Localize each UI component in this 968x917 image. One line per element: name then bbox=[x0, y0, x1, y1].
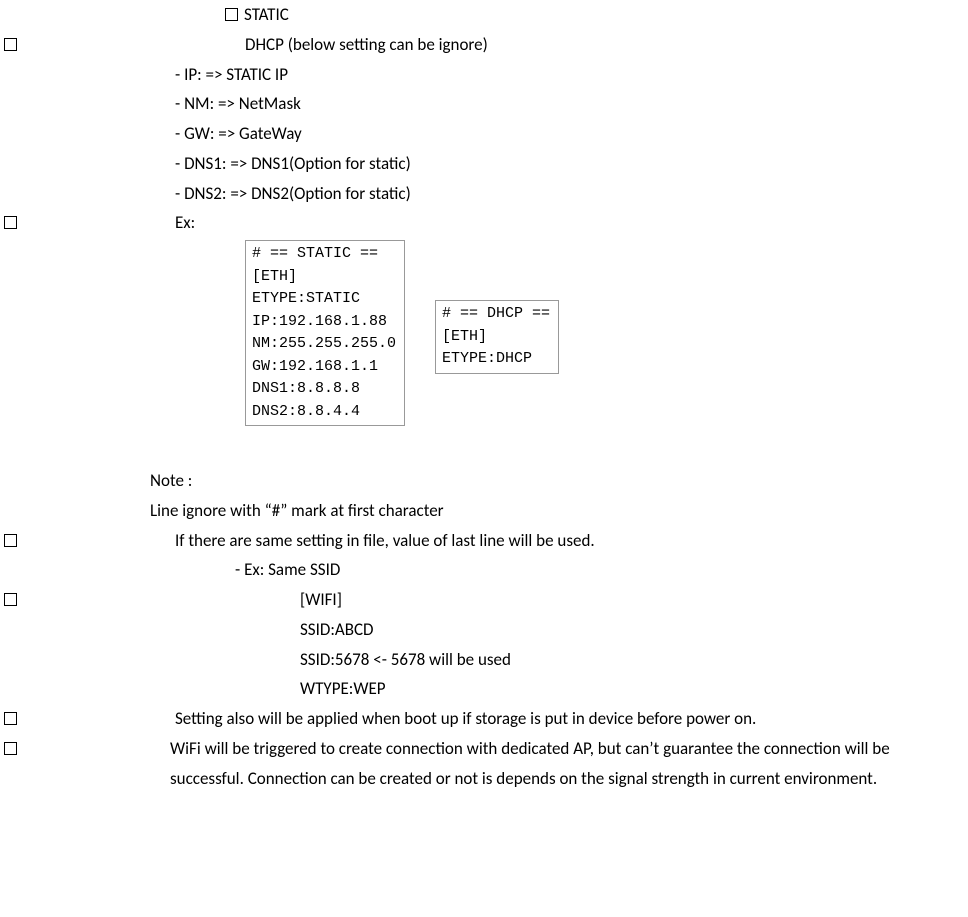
note-same-setting: If there are same setting in file, value… bbox=[175, 530, 595, 551]
bullet-square bbox=[4, 742, 17, 755]
bullet-square bbox=[4, 593, 17, 606]
bullet-square bbox=[4, 534, 17, 547]
code-block-static: # == STATIC == [ETH] ETYPE:STATIC IP:192… bbox=[245, 240, 405, 426]
field-dns2: - DNS2: => DNS2(Option for static) bbox=[175, 179, 968, 209]
option-dhcp: DHCP (below setting can be ignore) bbox=[245, 34, 488, 55]
note-heading: Note : bbox=[150, 466, 968, 496]
example-same-ssid: - Ex: Same SSID bbox=[235, 555, 968, 585]
option-static: STATIC bbox=[244, 0, 289, 30]
field-nm: - NM: => NetMask bbox=[175, 89, 968, 119]
note-wifi-trigger: WiFi will be triggered to create connect… bbox=[170, 738, 890, 789]
bullet-square bbox=[4, 712, 17, 725]
field-gw: - GW: => GateWay bbox=[175, 119, 968, 149]
bullet-square bbox=[225, 8, 238, 21]
wtype-line: WTYPE:WEP bbox=[300, 674, 968, 704]
ssid-line-2: SSID:5678 <- 5678 will be used bbox=[300, 645, 968, 675]
note-bootup: Setting also will be applied when boot u… bbox=[175, 708, 756, 729]
ssid-line-1: SSID:ABCD bbox=[300, 615, 968, 645]
note-hash-line: Line ignore with “#” mark at first chara… bbox=[150, 496, 968, 526]
code-block-dhcp: # == DHCP == [ETH] ETYPE:DHCP bbox=[435, 300, 559, 374]
field-dns1: - DNS1: => DNS1(Option for static) bbox=[175, 149, 968, 179]
field-ip: - IP: => STATIC IP bbox=[175, 60, 968, 90]
bullet-square bbox=[4, 38, 17, 51]
example-label: Ex: bbox=[175, 212, 195, 233]
bullet-square bbox=[4, 216, 17, 229]
wifi-header: [WIFI] bbox=[300, 589, 342, 610]
